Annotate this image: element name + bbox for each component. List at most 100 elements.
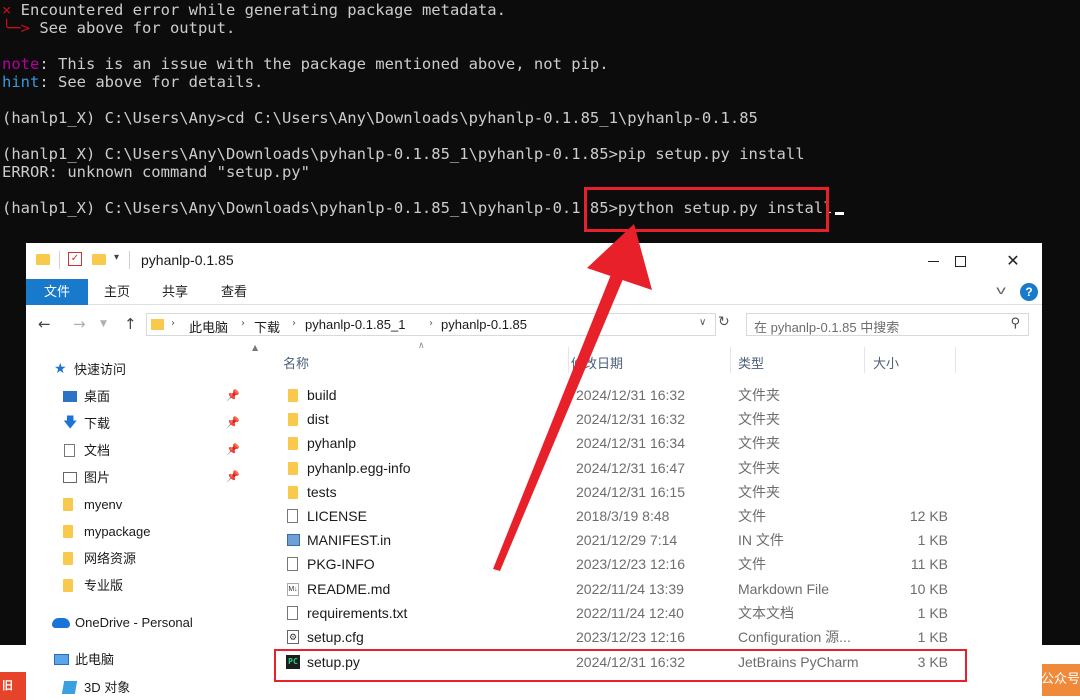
- config-file-icon: ⚙: [287, 630, 299, 644]
- breadcrumb-this-pc[interactable]: 此电脑: [189, 317, 228, 336]
- terminal-line: (hanlp1_X) C:\Users\Any>cd C:\Users\Any\…: [2, 109, 758, 127]
- terminal-line: note: This is an issue with the package …: [2, 55, 609, 73]
- nav-network-resources[interactable]: 网络资源: [26, 546, 252, 571]
- tab-share[interactable]: 共享: [148, 279, 202, 305]
- terminal-prompt: (hanlp1_X) C:\Users\Any\Downloads\pyhanl…: [2, 199, 618, 217]
- terminal-line: ERROR: unknown command "setup.py": [2, 163, 310, 181]
- column-header-date[interactable]: 修改日期: [571, 353, 623, 372]
- back-arrow-icon[interactable]: ←: [38, 315, 51, 333]
- terminal-cursor: [834, 212, 844, 215]
- nav-mypackage[interactable]: mypackage: [26, 519, 252, 544]
- tab-file[interactable]: 文件: [26, 279, 88, 305]
- file-row[interactable]: pyhanlp.egg-info 2024/12/31 16:47 文件夹: [266, 456, 1042, 480]
- terminal-line: × Encountered error while generating pac…: [2, 1, 506, 19]
- markdown-file-icon: M↓: [287, 583, 299, 596]
- up-arrow-icon[interactable]: ↑: [124, 315, 137, 333]
- cloud-icon: [52, 618, 70, 628]
- chevron-right-icon[interactable]: ›: [241, 318, 245, 329]
- close-icon: ✕: [1006, 251, 1020, 270]
- nav-this-pc[interactable]: 此电脑: [26, 647, 252, 672]
- column-header-type[interactable]: 类型: [738, 353, 764, 372]
- folder-icon: [288, 437, 298, 450]
- terminal-line: hint: See above for details.: [2, 73, 264, 91]
- divider: [129, 251, 130, 269]
- search-placeholder: 在 pyhanlp-0.1.85 中搜索: [754, 320, 900, 335]
- file-explorer-window[interactable]: ✓ ▾ pyhanlp-0.1.85 ✕ 文件 主页 共享 查看 v ? ← →…: [26, 243, 1042, 700]
- file-row[interactable]: build 2024/12/31 16:32 文件夹: [266, 383, 1042, 407]
- text-file-icon: [287, 606, 298, 620]
- tab-view[interactable]: 查看: [207, 279, 261, 305]
- chevron-right-icon[interactable]: ›: [292, 318, 296, 329]
- nav-pro-edition[interactable]: 专业版: [26, 573, 252, 598]
- folder-icon: [63, 498, 73, 511]
- column-divider[interactable]: [568, 347, 569, 373]
- expand-ribbon-icon[interactable]: v: [996, 283, 1006, 297]
- divider: [59, 251, 60, 269]
- close-button[interactable]: ✕: [990, 247, 1036, 275]
- manifest-file-icon: [287, 534, 300, 546]
- breadcrumb-current-folder[interactable]: pyhanlp-0.1.85: [441, 317, 527, 332]
- watermark-badge: 公众号: [1038, 664, 1080, 696]
- file-list: ∧ 名称 修改日期 类型 大小 build 2024/12/31 16:32 文件夹…: [266, 339, 1042, 700]
- address-bar[interactable]: › 此电脑 › 下载 › pyhanlp-0.1.85_1 › pyhanlp-…: [146, 313, 716, 336]
- breadcrumb-parent-folder[interactable]: pyhanlp-0.1.85_1: [305, 317, 405, 332]
- nav-myenv[interactable]: myenv: [26, 492, 252, 517]
- file-row[interactable]: tests 2024/12/31 16:15 文件夹: [266, 480, 1042, 504]
- search-icon: ⚲: [1010, 316, 1020, 331]
- chevron-right-icon[interactable]: ›: [429, 318, 433, 329]
- file-row[interactable]: LICENSE 2018/3/19 8:48 文件 12 KB: [266, 504, 1042, 528]
- refresh-icon[interactable]: ↻: [718, 314, 730, 330]
- picture-icon: [63, 472, 77, 483]
- new-folder-icon[interactable]: [92, 254, 106, 265]
- pin-icon: 📌: [226, 417, 240, 429]
- column-divider[interactable]: [955, 347, 956, 373]
- folder-icon: [151, 319, 164, 330]
- chevron-right-icon[interactable]: ›: [171, 318, 175, 329]
- file-row[interactable]: requirements.txt 2022/11/24 12:40 文本文档 1 KB: [266, 601, 1042, 625]
- folder-icon: [288, 413, 298, 426]
- file-row[interactable]: PKG-INFO 2023/12/23 12:16 文件 11 KB: [266, 552, 1042, 576]
- maximize-button[interactable]: [937, 247, 983, 275]
- nav-documents[interactable]: 文档 📌: [26, 438, 252, 463]
- forward-arrow-icon[interactable]: →: [73, 315, 86, 333]
- setup-py-highlight-box: [274, 649, 967, 682]
- nav-3d-objects[interactable]: 3D 对象: [26, 675, 252, 700]
- nav-quick-access[interactable]: ★ 快速访问: [26, 357, 252, 382]
- document-icon: [287, 509, 298, 523]
- column-header-size[interactable]: 大小: [873, 353, 899, 372]
- file-row[interactable]: dist 2024/12/31 16:32 文件夹: [266, 407, 1042, 431]
- recent-dropdown-icon[interactable]: ▼: [100, 319, 107, 329]
- pin-icon: 📌: [226, 390, 240, 402]
- nav-onedrive[interactable]: OneDrive - Personal: [26, 610, 252, 635]
- command-highlight-box: [584, 187, 829, 232]
- breadcrumb-downloads[interactable]: 下载: [254, 317, 280, 336]
- nav-desktop[interactable]: 桌面 📌: [26, 384, 252, 409]
- file-row[interactable]: pyhanlp 2024/12/31 16:34 文件夹: [266, 431, 1042, 455]
- quick-access-dropdown-icon[interactable]: ▾: [114, 252, 119, 263]
- file-row[interactable]: MANIFEST.in 2021/12/29 7:14 IN 文件 1 KB: [266, 528, 1042, 552]
- column-divider[interactable]: [864, 347, 865, 373]
- file-row[interactable]: ⚙ setup.cfg 2023/12/23 12:16 Configuration …: [266, 625, 1042, 649]
- folder-icon: [63, 525, 73, 538]
- title-bar[interactable]: ✓ ▾ pyhanlp-0.1.85 ✕: [26, 243, 1042, 279]
- star-icon: ★: [54, 361, 67, 377]
- help-icon[interactable]: ?: [1020, 283, 1038, 301]
- nav-pictures[interactable]: 图片 📌: [26, 465, 252, 490]
- window-title: pyhanlp-0.1.85: [141, 252, 234, 268]
- column-divider[interactable]: [730, 347, 731, 373]
- scroll-up-icon[interactable]: ▲: [252, 343, 258, 352]
- nav-pane-scrollbar[interactable]: ▲: [252, 339, 262, 700]
- nav-downloads[interactable]: 🡇 下载 📌: [26, 411, 252, 436]
- address-dropdown-icon[interactable]: ∨: [699, 317, 706, 328]
- folder-icon: [288, 389, 298, 402]
- terminal-line: ╰─> See above for output.: [2, 19, 236, 37]
- column-header-name[interactable]: 名称: [283, 353, 309, 372]
- sort-caret-icon: ∧: [418, 341, 425, 351]
- pin-icon: 📌: [226, 471, 240, 483]
- folder-icon: [36, 254, 50, 265]
- search-input[interactable]: 在 pyhanlp-0.1.85 中搜索 ⚲: [746, 313, 1029, 336]
- file-row[interactable]: M↓ README.md 2022/11/24 13:39 Markdown File…: [266, 577, 1042, 601]
- properties-check-icon[interactable]: ✓: [68, 252, 82, 266]
- document-icon: [287, 557, 298, 571]
- tab-home[interactable]: 主页: [90, 279, 144, 305]
